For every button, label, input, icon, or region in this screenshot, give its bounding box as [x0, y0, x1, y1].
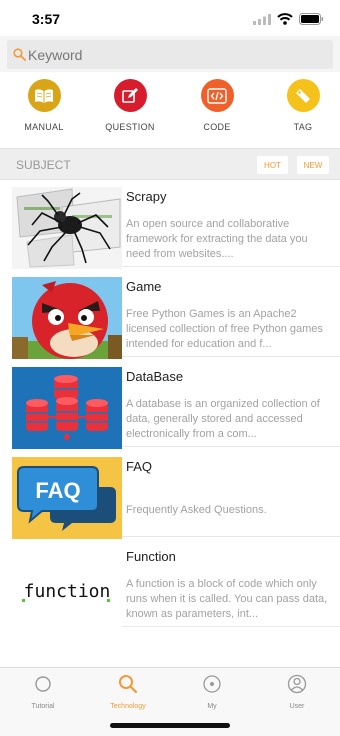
target-icon [202, 675, 222, 698]
item-description: Frequently Asked Questions. [126, 504, 267, 516]
user-icon [287, 674, 307, 698]
list-item-function[interactable]: function Function A function is a block … [12, 541, 340, 629]
pencil-icon [113, 79, 147, 112]
tab-technology[interactable]: Technology [93, 674, 163, 710]
manual-label: MANUAL [24, 122, 64, 132]
item-description: An open source and collaborative framewo… [126, 218, 308, 260]
tab-tutorial[interactable]: Tutorial [8, 674, 78, 710]
list-item-scrapy[interactable]: Scrapy An open source and collaborative … [12, 181, 340, 269]
hot-button[interactable]: HOT [257, 156, 288, 174]
scrapy-thumbnail [12, 187, 122, 269]
status-icons [253, 12, 324, 30]
tab-my[interactable]: My [177, 674, 247, 710]
function-thumbnail: function [12, 547, 122, 629]
database-thumbnail [12, 367, 122, 449]
home-indicator [110, 723, 230, 728]
tab-label: My [207, 703, 217, 710]
item-description: A function is a block of code which only… [126, 578, 328, 620]
item-title: DataBase [126, 369, 184, 384]
list-item-database[interactable]: DataBase A database is an organized coll… [12, 361, 340, 449]
manual-button[interactable]: MANUAL [9, 79, 79, 132]
list-item-game[interactable]: Game Free Python Games is an Apache2 lic… [12, 271, 340, 359]
search-icon [118, 675, 138, 698]
new-button[interactable]: NEW [297, 156, 329, 174]
question-button[interactable]: QUESTION [95, 79, 165, 132]
quick-actions: MANUAL QUESTION CODE TAG [0, 74, 340, 148]
tag-icon [286, 79, 320, 112]
tab-label: Technology [110, 703, 146, 710]
item-title: FAQ [126, 459, 153, 474]
tab-user[interactable]: User [262, 674, 332, 710]
item-description: Free Python Games is an Apache2 licensed… [126, 308, 323, 350]
status-bar: 3:57 [0, 0, 340, 36]
item-title: Scrapy [126, 189, 167, 204]
search-bar [0, 36, 340, 72]
item-title: Function [126, 549, 176, 564]
battery-icon [299, 12, 324, 30]
faq-thumbnail-text: FAQ [35, 478, 80, 503]
book-icon [27, 79, 61, 112]
subject-title: SUBJECT [16, 158, 71, 172]
question-label: QUESTION [105, 122, 155, 132]
item-description: A database is an organized collection of… [126, 398, 320, 440]
tab-label: Tutorial [31, 703, 55, 710]
tag-button[interactable]: TAG [268, 79, 338, 132]
wifi-icon [277, 12, 293, 30]
list-item-faq[interactable]: FAQ FAQ Frequently Asked Questions. [12, 451, 340, 539]
code-button[interactable]: CODE [182, 79, 252, 132]
status-time: 3:57 [32, 11, 61, 27]
code-icon [200, 79, 234, 112]
circle-icon [33, 676, 53, 698]
search-input[interactable] [26, 41, 316, 68]
tab-label: User [289, 703, 305, 710]
faq-thumbnail: FAQ [12, 457, 122, 539]
search-box[interactable] [7, 40, 333, 69]
subject-header: SUBJECT HOT NEW [0, 148, 340, 180]
item-title: Game [126, 279, 162, 294]
code-label: CODE [203, 122, 231, 132]
game-thumbnail [12, 277, 122, 359]
tag-label: TAG [293, 122, 313, 132]
search-icon [13, 48, 26, 61]
signal-icon [253, 12, 271, 30]
function-thumbnail-text: function [24, 581, 111, 602]
